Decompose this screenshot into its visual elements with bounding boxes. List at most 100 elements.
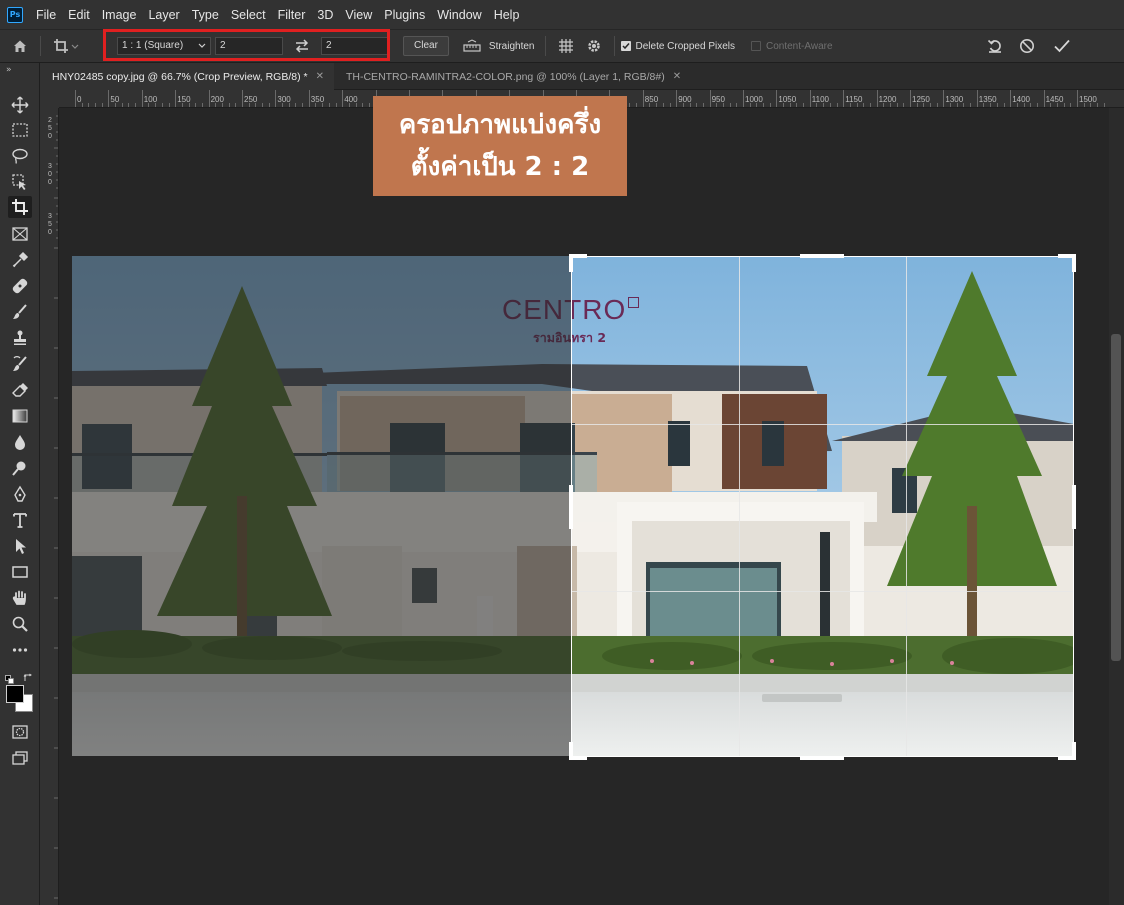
eyedropper-tool-icon[interactable]	[8, 249, 32, 271]
gear-icon[interactable]	[580, 36, 608, 56]
tab-th-centro[interactable]: TH-CENTRO-RAMINTRA2-COLOR.png @ 100% (La…	[334, 63, 691, 90]
crop-height-input[interactable]: 2	[321, 37, 389, 55]
menu-view[interactable]: View	[339, 0, 378, 30]
commit-crop-icon[interactable]	[1044, 34, 1080, 58]
ruler-minor-tick	[903, 103, 905, 107]
ruler-tick	[709, 90, 711, 107]
crop-handle-bottom-left[interactable]	[569, 742, 573, 760]
svg-text:0: 0	[48, 179, 52, 186]
ruler-minor-tick	[262, 103, 264, 107]
reset-icon[interactable]	[980, 34, 1010, 58]
marquee-tool-icon[interactable]	[8, 119, 32, 141]
menu-select[interactable]: Select	[225, 0, 272, 30]
object-selection-tool-icon[interactable]	[8, 171, 32, 193]
ratio-preset-value: 1 : 1 (Square)	[122, 40, 184, 51]
close-icon[interactable]: ✕	[673, 71, 681, 82]
stamp-tool-icon[interactable]	[8, 327, 32, 349]
ruler-minor-tick	[235, 103, 237, 107]
move-tool-icon[interactable]	[8, 94, 32, 116]
crop-box[interactable]	[571, 256, 1074, 757]
menu-type[interactable]: Type	[186, 0, 225, 30]
default-colors-icon[interactable]	[5, 669, 14, 684]
menu-edit[interactable]: Edit	[62, 0, 96, 30]
crop-width-input[interactable]: 2	[215, 37, 283, 55]
straighten-label[interactable]: Straighten	[489, 41, 535, 52]
delete-cropped-checkbox[interactable]: Delete Cropped Pixels	[620, 41, 735, 52]
swap-dimensions-icon[interactable]	[283, 36, 321, 56]
ruler-minor-tick	[322, 103, 324, 107]
foreground-color-swatch[interactable]	[6, 685, 24, 703]
collapse-chevron-icon[interactable]: »	[6, 65, 12, 75]
quick-mask-icon[interactable]	[8, 721, 32, 743]
crop-handle-bottom[interactable]	[800, 756, 844, 760]
ruler-minor-tick	[95, 103, 97, 107]
menu-help[interactable]: Help	[488, 0, 526, 30]
clear-button[interactable]: Clear	[403, 36, 449, 56]
ruler-minor-tick	[315, 103, 317, 107]
ruler-minor-tick	[629, 103, 631, 107]
home-icon[interactable]	[0, 30, 40, 63]
hand-tool-icon[interactable]	[8, 587, 32, 609]
straighten-icon[interactable]	[461, 36, 483, 56]
history-brush-tool-icon[interactable]	[8, 353, 32, 375]
brush-tool-icon[interactable]	[8, 301, 32, 323]
more-tools-icon[interactable]	[8, 639, 32, 661]
ruler-minor-tick	[228, 103, 230, 107]
ruler-tick	[676, 90, 678, 107]
zoom-tool-icon[interactable]	[8, 613, 32, 635]
ruler-label: 1000	[745, 95, 763, 104]
ruler-minor-tick	[255, 103, 257, 107]
rectangle-tool-icon[interactable]	[8, 561, 32, 583]
ruler-tick	[1043, 90, 1045, 107]
ruler-minor-tick	[916, 103, 918, 107]
gradient-tool-icon[interactable]	[8, 405, 32, 427]
ruler-minor-tick	[669, 103, 671, 107]
crop-preset-icon[interactable]	[47, 30, 85, 63]
ruler-label: 1150	[845, 95, 863, 104]
ruler-minor-tick	[990, 103, 992, 107]
crop-handle-bottom-right[interactable]	[1072, 742, 1076, 760]
ruler-minor-tick	[288, 103, 290, 107]
ruler-minor-tick	[101, 103, 103, 107]
crop-handle-top-right[interactable]	[1072, 254, 1076, 272]
tab-label: TH-CENTRO-RAMINTRA2-COLOR.png @ 100% (La…	[345, 70, 665, 83]
tab-hny02485[interactable]: HNY02485 copy.jpg @ 66.7% (Crop Preview,…	[40, 63, 334, 90]
crop-handle-top[interactable]	[800, 254, 844, 258]
menu-layer[interactable]: Layer	[142, 0, 185, 30]
healing-brush-tool-icon[interactable]	[8, 275, 32, 297]
menu-window[interactable]: Window	[431, 0, 487, 30]
menu-image[interactable]: Image	[96, 0, 143, 30]
ruler-label: 1500	[1079, 95, 1097, 104]
lasso-tool-icon[interactable]	[8, 145, 32, 167]
ruler-corner	[40, 90, 59, 108]
ruler-tick	[642, 90, 644, 107]
menu-plugins[interactable]: Plugins	[378, 0, 431, 30]
blur-tool-icon[interactable]	[8, 431, 32, 453]
crop-tool-icon[interactable]	[8, 196, 32, 218]
overlay-grid-icon[interactable]	[552, 36, 580, 56]
ratio-preset-select[interactable]: 1 : 1 (Square)	[117, 37, 211, 55]
screen-mode-icon[interactable]	[8, 747, 32, 769]
dodge-tool-icon[interactable]	[8, 457, 32, 479]
scrollbar-thumb[interactable]	[1111, 334, 1121, 661]
cancel-crop-icon[interactable]	[1010, 34, 1044, 58]
frame-tool-icon[interactable]	[8, 223, 32, 245]
ruler-minor-tick	[889, 103, 891, 107]
swap-colors-icon[interactable]	[23, 668, 33, 681]
menu-filter[interactable]: Filter	[272, 0, 312, 30]
type-tool-icon[interactable]	[8, 509, 32, 531]
menu-file[interactable]: File	[30, 0, 62, 30]
ruler-minor-tick	[155, 103, 157, 107]
crop-handle-right[interactable]	[1072, 485, 1076, 529]
content-aware-checkbox[interactable]: Content-Aware	[751, 41, 833, 52]
crop-handle-top-left[interactable]	[569, 254, 573, 272]
crop-handle-left[interactable]	[569, 485, 573, 529]
eraser-tool-icon[interactable]	[8, 379, 32, 401]
annotation-line-1: ครอปภาพแบ่งครึ่ง	[398, 110, 602, 140]
path-selection-tool-icon[interactable]	[8, 535, 32, 557]
menu-3d[interactable]: 3D	[311, 0, 339, 30]
pen-tool-icon[interactable]	[8, 483, 32, 505]
ruler-minor-tick	[983, 103, 985, 107]
close-icon[interactable]: ✕	[316, 71, 324, 82]
ruler-minor-tick	[115, 103, 117, 107]
